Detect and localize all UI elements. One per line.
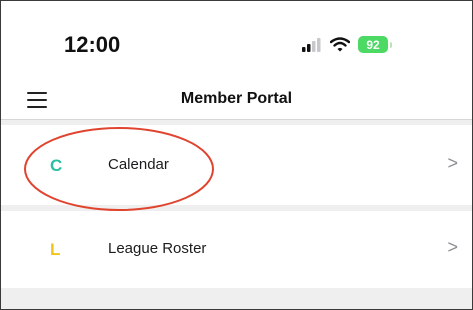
page-title: Member Portal (180, 90, 293, 107)
cellular-signal-icon (302, 37, 321, 52)
status-time: 12:00 (64, 32, 121, 57)
status-bar: 12:00 92 (1, 1, 472, 71)
list-item-calendar[interactable]: C Calendar > (1, 125, 472, 205)
wifi-icon (330, 37, 350, 52)
list-item-label: League Roster (108, 240, 207, 257)
battery-icon: 92 (358, 36, 392, 53)
navigation-bar: Member Portal (1, 73, 472, 120)
letter-badge: L (50, 240, 61, 259)
list-item-label: Calendar (108, 156, 169, 173)
chevron-right-icon: > (447, 153, 458, 173)
chevron-right-icon: > (447, 237, 458, 257)
menu-list: C Calendar > L League Roster > (1, 120, 472, 309)
letter-badge: C (50, 156, 63, 175)
phone-screen: 12:00 92 Member Portal C Calendar > L Le… (0, 0, 473, 310)
battery-level: 92 (366, 37, 380, 52)
list-item-league-roster[interactable]: L League Roster > (1, 211, 472, 288)
status-icons: 92 (302, 36, 392, 53)
